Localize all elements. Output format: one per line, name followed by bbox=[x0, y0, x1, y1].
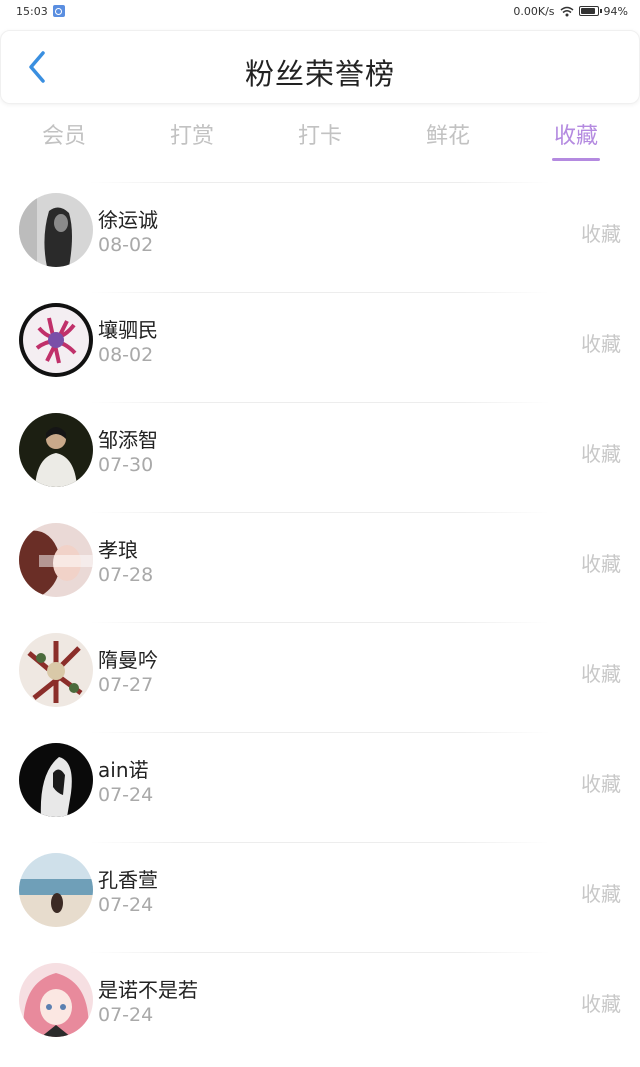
avatar bbox=[19, 963, 93, 1037]
avatar bbox=[19, 303, 93, 377]
user-date: 07-24 bbox=[98, 784, 154, 806]
status-time: 15:03 bbox=[16, 4, 48, 18]
list-item[interactable]: 孝琅 07-28 收藏 bbox=[0, 512, 640, 622]
list-item[interactable]: 徐运诚 08-02 收藏 bbox=[0, 182, 640, 292]
action-label: 收藏 bbox=[581, 882, 621, 906]
user-date: 07-28 bbox=[98, 564, 154, 586]
battery-percent: 94% bbox=[603, 4, 628, 18]
battery-icon bbox=[578, 6, 602, 16]
status-right: 0.00K/s 94% bbox=[513, 5, 628, 18]
avatar bbox=[19, 193, 93, 267]
avatar bbox=[19, 633, 93, 707]
user-date: 07-24 bbox=[98, 894, 154, 916]
tab-favorites[interactable]: 收藏 bbox=[512, 108, 640, 168]
fan-list: 徐运诚 08-02 收藏 壤驷民 08-02 收藏 邹添智 07-30 收藏 孝… bbox=[0, 182, 640, 1062]
user-name: 壤驷民 bbox=[98, 318, 158, 342]
status-left: 15:03 bbox=[16, 5, 65, 18]
action-label: 收藏 bbox=[581, 772, 621, 796]
action-label: 收藏 bbox=[581, 222, 621, 246]
user-name: ain诺 bbox=[98, 758, 149, 782]
list-item[interactable]: 是诺不是若 07-24 收藏 bbox=[0, 952, 640, 1062]
tab-bar: 会员 打赏 打卡 鲜花 收藏 bbox=[0, 108, 640, 168]
list-item[interactable]: 邹添智 07-30 收藏 bbox=[0, 402, 640, 512]
list-item[interactable]: 隋曼吟 07-27 收藏 bbox=[0, 622, 640, 732]
user-name: 徐运诚 bbox=[98, 208, 158, 232]
user-date: 07-24 bbox=[98, 1004, 154, 1026]
action-label: 收藏 bbox=[581, 552, 621, 576]
notification-icon bbox=[52, 5, 65, 17]
avatar bbox=[19, 413, 93, 487]
header-bar: 粉丝荣誉榜 bbox=[0, 30, 640, 104]
user-date: 08-02 bbox=[98, 344, 154, 366]
status-bar: 15:03 0.00K/s 94% bbox=[0, 0, 640, 22]
user-name: 孝琅 bbox=[98, 538, 138, 562]
tab-flowers[interactable]: 鲜花 bbox=[384, 108, 512, 168]
user-name: 隋曼吟 bbox=[98, 648, 158, 672]
action-label: 收藏 bbox=[581, 442, 621, 466]
page-title: 粉丝荣誉榜 bbox=[244, 57, 395, 91]
tab-membership[interactable]: 会员 bbox=[0, 108, 128, 168]
action-label: 收藏 bbox=[581, 992, 621, 1016]
tab-checkin[interactable]: 打卡 bbox=[256, 108, 384, 168]
action-label: 收藏 bbox=[581, 332, 621, 356]
avatar bbox=[19, 523, 93, 597]
list-item[interactable]: ain诺 07-24 收藏 bbox=[0, 732, 640, 842]
user-date: 07-27 bbox=[98, 674, 154, 696]
network-speed: 0.00K/s bbox=[513, 4, 555, 18]
user-name: 孔香萱 bbox=[98, 868, 158, 892]
avatar bbox=[19, 853, 93, 927]
avatar bbox=[19, 743, 93, 817]
wifi-icon bbox=[560, 6, 574, 16]
user-date: 08-02 bbox=[98, 234, 154, 256]
user-date: 07-30 bbox=[98, 454, 154, 476]
action-label: 收藏 bbox=[581, 662, 621, 686]
user-name: 是诺不是若 bbox=[98, 978, 198, 1002]
list-item[interactable]: 孔香萱 07-24 收藏 bbox=[0, 842, 640, 952]
list-item[interactable]: 壤驷民 08-02 收藏 bbox=[0, 292, 640, 402]
tab-reward[interactable]: 打赏 bbox=[128, 108, 256, 168]
user-name: 邹添智 bbox=[98, 428, 158, 452]
